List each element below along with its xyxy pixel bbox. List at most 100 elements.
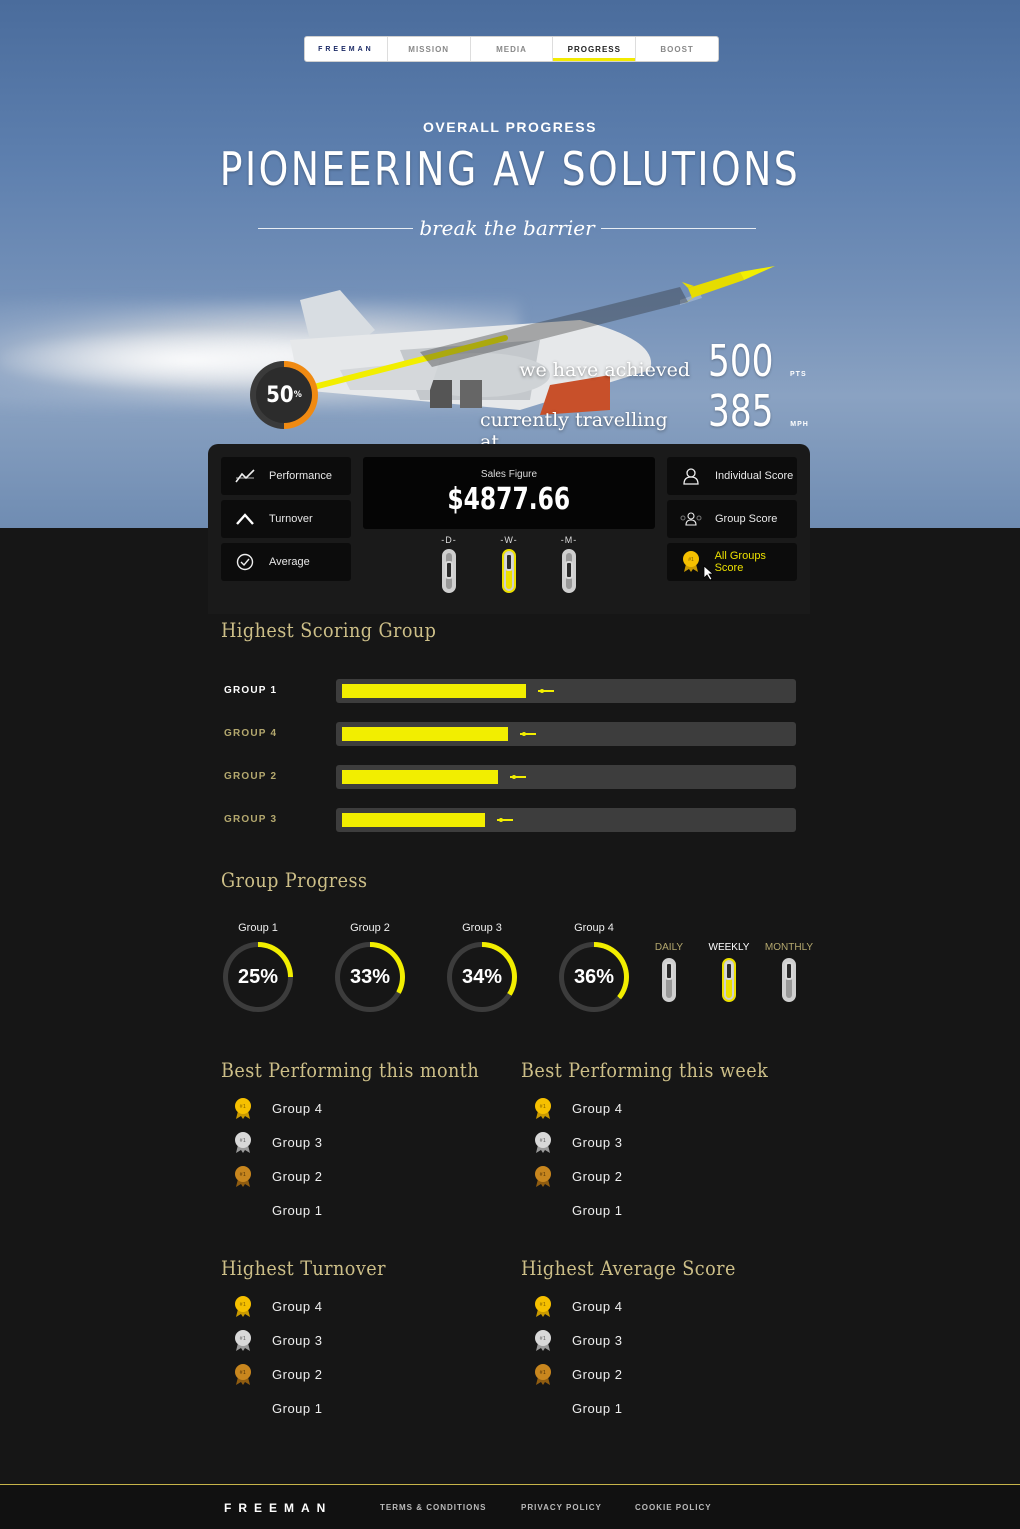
toggle-daily[interactable]: -D- (429, 535, 469, 593)
ranking-item: #1 Group 4 (221, 1289, 481, 1323)
all-groups-score-button[interactable]: #1 All Groups Score (667, 543, 797, 581)
ranking-item: #1 Group 3 (221, 1125, 481, 1159)
score-bar-track (336, 808, 796, 832)
ring-label: Group 4 (574, 922, 614, 934)
ranking-item-label: Group 1 (272, 1400, 323, 1416)
ranking-item-label: Group 3 (272, 1134, 323, 1150)
progress-ring-group-2: Group 2 33% (334, 922, 406, 1012)
footer-link-privacy[interactable]: PRIVACY POLICY (521, 1503, 602, 1512)
period-toggle-daily[interactable]: DAILY (639, 942, 699, 1002)
bronze-medal-icon: #1 (532, 1165, 554, 1187)
score-bar-row: GROUP 4 (222, 722, 797, 746)
score-bar-row: GROUP 1 (222, 679, 797, 703)
score-bar-track (336, 765, 796, 789)
progress-ring-group-3: Group 3 34% (446, 922, 518, 1012)
travelling-unit: MPH (790, 421, 809, 428)
nav-item-media[interactable]: MEDIA (471, 37, 554, 61)
ranking-item-label: Group 1 (272, 1202, 323, 1218)
individual-score-button[interactable]: Individual Score (667, 457, 797, 495)
medal-rank-text: #1 (240, 1104, 247, 1110)
control-panel: Performance Turnover Average Sales Figur… (208, 444, 810, 614)
sales-figure-card: Sales Figure $4877.66 (363, 457, 655, 529)
ring-gauge: 25% (223, 942, 293, 1012)
ranking-list-turnover: #1 Group 4 #1 Group 3 #1 Group 2 Group 1 (221, 1289, 481, 1425)
footer-link-terms[interactable]: TERMS & CONDITIONS (380, 1503, 486, 1512)
ring-gauge: 33% (335, 942, 405, 1012)
silver-medal-icon: #1 (532, 1329, 554, 1351)
ranking-list-average: #1 Group 4 #1 Group 3 #1 Group 2 Group 1 (521, 1289, 781, 1425)
ranking-item: #1 Group 3 (221, 1323, 481, 1357)
ranking-item-label: Group 4 (272, 1100, 323, 1116)
travelling-row: currently travelling at 385 MPH (480, 386, 810, 453)
ring-label: Group 1 (238, 922, 278, 934)
period-switch-monthly[interactable] (782, 958, 796, 1002)
ring-value: 33% (340, 947, 400, 1007)
medal-rank-text: #1 (540, 1138, 547, 1144)
medal-rank-text: #1 (240, 1336, 247, 1342)
section-eyebrow: OVERALL PROGRESS (423, 119, 597, 135)
nav-item-boost[interactable]: BOOST (636, 37, 718, 61)
period-switch-daily[interactable] (662, 958, 676, 1002)
footer-link-cookie[interactable]: COOKIE POLICY (635, 1503, 712, 1512)
ring-gauge: 36% (559, 942, 629, 1012)
achieved-label: we have achieved (519, 359, 690, 381)
ranking-item-label: Group 3 (572, 1134, 623, 1150)
ranking-item-label: Group 2 (272, 1366, 323, 1382)
ranking-item: #1 Group 2 (521, 1357, 781, 1391)
dart-icon (520, 732, 536, 736)
group-score-button[interactable]: Group Score (667, 500, 797, 538)
progress-ring-group-4: Group 4 36% (558, 922, 630, 1012)
gold-medal-icon: #1 (532, 1295, 554, 1317)
nav-item-progress[interactable]: PROGRESS (553, 37, 637, 61)
ranking-item: #1 Group 2 (221, 1357, 481, 1391)
toggle-weekly[interactable]: -W- (489, 535, 529, 593)
toggle-weekly-switch[interactable] (502, 549, 516, 593)
check-circle-icon (221, 553, 269, 571)
score-bar-fill (342, 727, 508, 741)
score-bar-label: GROUP 1 (224, 685, 278, 696)
progress-meter: 50% (250, 361, 318, 429)
period-toggle-monthly[interactable]: MONTHLY (759, 942, 819, 1002)
ring-label: Group 2 (350, 922, 390, 934)
toggle-monthly-switch[interactable] (562, 549, 576, 593)
group-users-icon (667, 512, 715, 526)
score-bar-fill (342, 684, 526, 698)
period-switch-weekly[interactable] (722, 958, 736, 1002)
ranking-item: Group 1 (521, 1391, 781, 1425)
nav-brand[interactable]: FREEMAN (305, 37, 388, 61)
footer-brand[interactable]: FREEMAN (224, 1501, 332, 1515)
bronze-medal-icon: #1 (532, 1363, 554, 1385)
score-bar-label: GROUP 3 (224, 814, 278, 825)
ranking-item-label: Group 4 (572, 1298, 623, 1314)
ranking-item: #1 Group 4 (521, 1091, 781, 1125)
all-groups-score-label: All Groups Score (714, 550, 766, 574)
toggle-weekly-label: -W- (500, 535, 518, 545)
average-button[interactable]: Average (221, 543, 351, 581)
gold-medal-icon: #1 (532, 1097, 554, 1119)
turnover-button[interactable]: Turnover (221, 500, 351, 538)
ring-label: Group 3 (462, 922, 502, 934)
performance-button[interactable]: Performance (221, 457, 351, 495)
toggle-daily-switch[interactable] (442, 549, 456, 593)
period-toggle-weekly[interactable]: WEEKLY (699, 942, 759, 1002)
ranking-item: Group 1 (521, 1193, 781, 1227)
cursor-pointer-icon (703, 565, 715, 581)
score-bar-track (336, 722, 796, 746)
period-label: MONTHLY (764, 942, 814, 953)
ranking-list-week: #1 Group 4 #1 Group 3 #1 Group 2 Group 1 (521, 1091, 781, 1227)
page-title: PIONEERING AV SOLUTIONS (219, 142, 801, 196)
gold-medal-icon: #1 (232, 1295, 254, 1317)
toggle-monthly[interactable]: -M- (549, 535, 589, 593)
silver-medal-icon: #1 (232, 1131, 254, 1153)
ranking-item: #1 Group 2 (221, 1159, 481, 1193)
nav-item-mission[interactable]: MISSION (388, 37, 471, 61)
trend-chart-icon (221, 468, 269, 484)
ranking-list-month: #1 Group 4 #1 Group 3 #1 Group 2 Group 1 (221, 1091, 481, 1227)
score-bar-fill (342, 813, 485, 827)
footer: FREEMAN TERMS & CONDITIONS PRIVACY POLIC… (0, 1485, 1020, 1529)
medal-rank-text: #1 (540, 1104, 547, 1110)
score-bar-row: GROUP 3 (222, 808, 797, 832)
bronze-medal-icon: #1 (232, 1165, 254, 1187)
progress-percent: 50 (266, 382, 294, 408)
progress-meter-value: 50% (256, 367, 312, 423)
